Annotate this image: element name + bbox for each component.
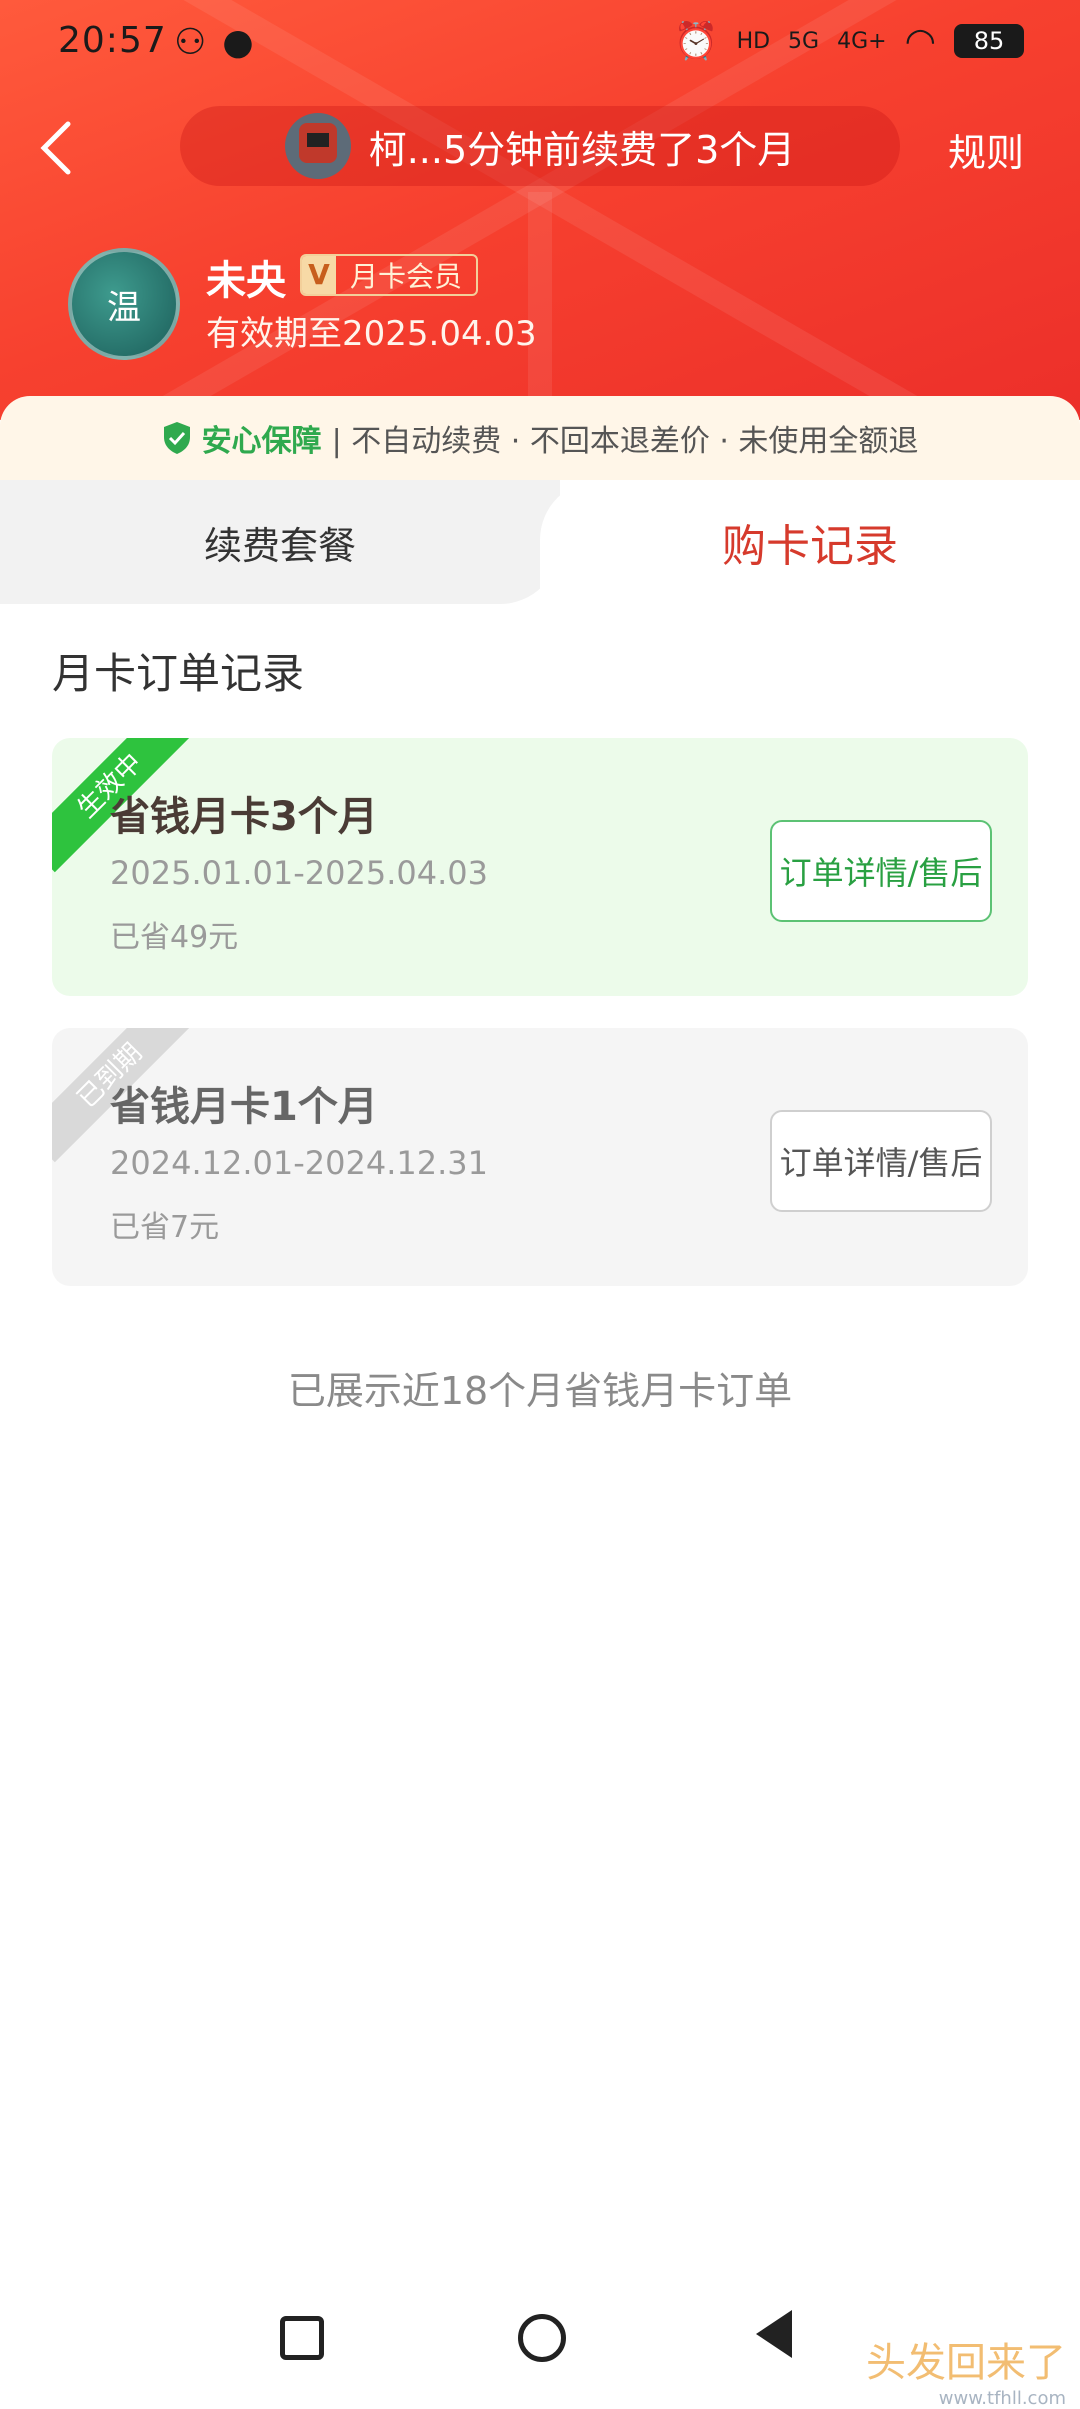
back-arrow-icon[interactable] <box>34 120 82 176</box>
order-saved: 已省7元 <box>110 1210 220 1245</box>
rules-link[interactable]: 规则 <box>948 122 1024 177</box>
5g-label: 5G <box>788 28 820 54</box>
order-saved: 已省49元 <box>110 920 239 955</box>
top-nav: 柯...5分钟前续费了3个月 规则 <box>0 96 1080 196</box>
header-banner: 20:57 ⚇ ● ⏰ HD 5G 4G+ ◠ 85 柯...5分钟前续费了3个… <box>0 0 1080 420</box>
back-icon[interactable] <box>756 2310 792 2358</box>
alarm-icon: ⏰ <box>673 21 719 62</box>
status-bar: 20:57 ⚇ ● ⏰ HD 5G 4G+ ◠ 85 <box>0 0 1080 84</box>
user-name: 未央 <box>206 258 286 304</box>
order-card-active: 生效中 省钱月卡3个月 2025.01.01-2025.04.03 已省49元 … <box>52 738 1028 996</box>
section-title: 月卡订单记录 <box>52 649 305 698</box>
4g-label: 4G+ <box>837 28 887 54</box>
badge-text: 月卡会员 <box>350 260 463 293</box>
shield-check-icon <box>163 422 190 454</box>
recent-apps-icon[interactable] <box>280 2316 324 2360</box>
order-dates: 2025.01.01-2025.04.03 <box>110 854 488 892</box>
ticker-text: 柯...5分钟前续费了3个月 <box>368 127 796 172</box>
order-detail-button[interactable]: 订单详情/售后 <box>770 1110 992 1212</box>
order-title: 省钱月卡3个月 <box>110 794 378 840</box>
battery-indicator: 85 <box>954 24 1024 58</box>
order-detail-button[interactable]: 订单详情/售后 <box>770 820 992 922</box>
expire-date: 有效期至2025.04.03 <box>206 314 537 354</box>
order-card-expired: 已到期 省钱月卡1个月 2024.12.01-2024.12.31 已省7元 订… <box>52 1028 1028 1286</box>
renewal-ticker: 柯...5分钟前续费了3个月 <box>180 106 900 186</box>
wifi-icon: ◠ <box>904 20 936 62</box>
guarantee-bar: 安心保障 | 不自动续费 · 不回本退差价 · 未使用全额退 <box>0 396 1080 480</box>
guarantee-title: 安心保障 <box>201 424 322 459</box>
status-time: 20:57 <box>58 20 167 61</box>
watermark: 头发回来了 www.tfhll.com <box>866 2340 1066 2409</box>
member-badge: V 月卡会员 <box>300 254 479 296</box>
home-icon[interactable] <box>518 2314 566 2362</box>
tab-bar: 续费套餐 购卡记录 <box>0 480 1080 604</box>
guarantee-text: | 不自动续费 · 不回本退差价 · 未使用全额退 <box>331 424 919 459</box>
avatar: 温 <box>68 248 180 360</box>
tab-purchase-records[interactable]: 购卡记录 <box>540 480 1080 604</box>
message-icon: ● <box>222 22 254 63</box>
vip-icon: V <box>302 256 336 294</box>
member-profile: 温 未央 V 月卡会员 有效期至2025.04.03 <box>68 248 1028 368</box>
order-dates: 2024.12.01-2024.12.31 <box>110 1144 488 1182</box>
tab-renewal-plans[interactable]: 续费套餐 <box>0 480 560 604</box>
notification-icon: ⚇ <box>174 22 207 63</box>
footer-note: 已展示近18个月省钱月卡订单 <box>287 1369 793 1413</box>
ticker-avatar <box>284 113 351 179</box>
order-title: 省钱月卡1个月 <box>110 1084 378 1130</box>
hd-label: HD <box>736 28 771 54</box>
